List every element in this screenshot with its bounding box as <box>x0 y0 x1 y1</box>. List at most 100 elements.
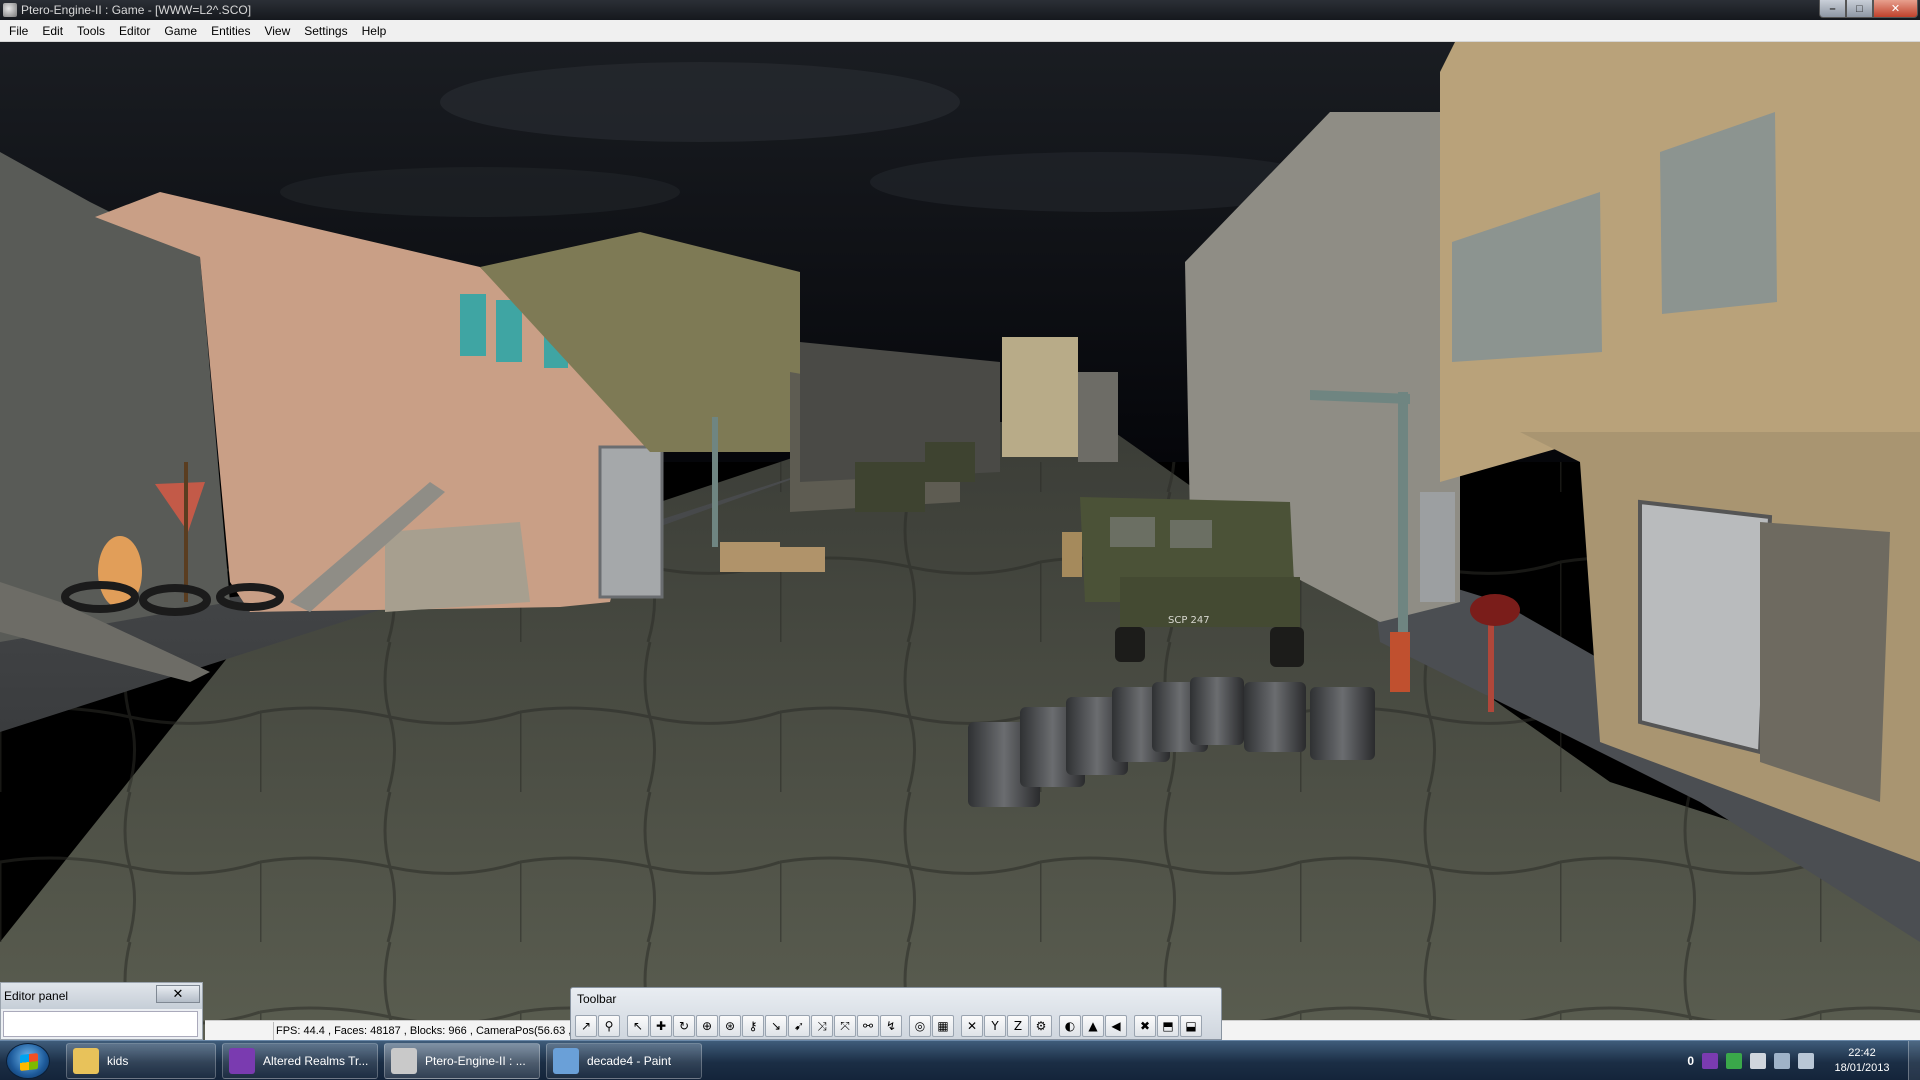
tool-gear-icon[interactable]: ⊛ <box>719 1015 741 1037</box>
tool-grid-icon[interactable]: ▦ <box>932 1015 954 1037</box>
maximize-button[interactable]: □ <box>1846 0 1873 18</box>
tool-snap-icon[interactable]: ↯ <box>880 1015 902 1037</box>
system-tray: 0 22:42 18/01/2013 <box>1687 1041 1920 1080</box>
axis-y-icon[interactable]: Y <box>984 1015 1006 1037</box>
title-bar: Ptero-Engine-II : Game - [WWW=L2^.SCO] –… <box>0 0 1920 20</box>
show-desktop-button[interactable] <box>1908 1041 1920 1080</box>
taskbar: kids Altered Realms Tr... Ptero-Engine-I… <box>0 1040 1920 1080</box>
tool-link-icon[interactable]: ➹ <box>788 1015 810 1037</box>
close-button[interactable]: ✕ <box>1873 0 1918 18</box>
game-viewport[interactable]: SCP 247 <box>0 42 1920 1040</box>
concrete-slabs <box>385 522 530 612</box>
street-lamp-base <box>1390 632 1410 692</box>
menu-entities[interactable]: Entities <box>204 20 257 42</box>
axis-x-icon[interactable]: ✕ <box>961 1015 983 1037</box>
display-icon[interactable] <box>1774 1053 1790 1069</box>
menu-bar: File Edit Tools Editor Game Entities Vie… <box>0 20 1920 42</box>
status-text: FPS: 44.4 , Faces: 48187 , Blocks: 966 ,… <box>273 1021 571 1040</box>
menu-settings[interactable]: Settings <box>297 20 354 42</box>
tool-unlink-icon[interactable]: ⤧ <box>834 1015 856 1037</box>
crates <box>720 542 780 572</box>
tool-up-icon[interactable]: ▲ <box>1082 1015 1104 1037</box>
taskbar-item-paint[interactable]: decade4 - Paint <box>546 1043 702 1079</box>
tool-key-icon[interactable]: ⚷ <box>742 1015 764 1037</box>
menu-file[interactable]: File <box>2 20 35 42</box>
storefront-grate <box>1638 499 1773 755</box>
building-center-2 <box>1078 372 1118 462</box>
tool-layer-icon[interactable]: ⬒ <box>1157 1015 1179 1037</box>
floating-toolbar: Toolbar ↗ ⚲ ↖ ✚ ↻ ⊕ ⊛ ⚷ ↘ ➹ ⤨ ⤧ ⚯ ↯ ◎ ▦ … <box>570 987 1222 1040</box>
tool-rotate-icon[interactable]: ↻ <box>673 1015 695 1037</box>
menu-help[interactable]: Help <box>355 20 394 42</box>
distant-truck <box>925 442 975 482</box>
tray-badge: 0 <box>1687 1054 1694 1068</box>
toolbar-title: Toolbar <box>577 992 617 1006</box>
storefront-opening <box>1760 522 1890 802</box>
tool-center-icon[interactable]: ◎ <box>909 1015 931 1037</box>
clock[interactable]: 22:42 18/01/2013 <box>1822 1046 1902 1076</box>
taskbar-item-altered-realms[interactable]: Altered Realms Tr... <box>222 1043 378 1079</box>
delete-icon[interactable]: ✖ <box>1134 1015 1156 1037</box>
taskbar-item-label: Altered Realms Tr... <box>263 1054 369 1068</box>
taskbar-item-label: Ptero-Engine-II : ... <box>425 1054 526 1068</box>
app-icon <box>3 3 17 17</box>
ptero-engine-icon <box>391 1048 417 1074</box>
window-controls: – □ ✕ <box>1819 0 1918 18</box>
flag-pole <box>184 462 188 602</box>
building-center <box>1002 337 1078 457</box>
tool-back-icon[interactable]: ◀ <box>1105 1015 1127 1037</box>
tool-arrow-icon[interactable]: ↘ <box>765 1015 787 1037</box>
folder-icon <box>73 1048 99 1074</box>
window-teal <box>496 300 522 362</box>
volume-icon[interactable] <box>1798 1053 1814 1069</box>
menu-tools[interactable]: Tools <box>70 20 112 42</box>
crates <box>780 547 825 572</box>
clock-date: 18/01/2013 <box>1834 1062 1890 1074</box>
menu-editor[interactable]: Editor <box>112 20 157 42</box>
editor-panel: Editor panel ✕ <box>0 982 203 1040</box>
taskbar-item-label: kids <box>107 1054 129 1068</box>
flag-icon[interactable] <box>1750 1053 1766 1069</box>
tool-target-icon[interactable]: ⊕ <box>696 1015 718 1037</box>
window-title: Ptero-Engine-II : Game - [WWW=L2^.SCO] <box>21 3 252 17</box>
street-lamp-pole <box>1398 392 1408 642</box>
menu-game[interactable]: Game <box>157 20 204 42</box>
street-lamp-pole <box>712 417 718 547</box>
crates <box>1062 532 1082 577</box>
tool-select-icon[interactable]: ↗ <box>575 1015 597 1037</box>
editor-panel-body <box>3 1011 198 1037</box>
cloud <box>280 167 680 217</box>
tool-chain-icon[interactable]: ⤨ <box>811 1015 833 1037</box>
garage-door <box>598 445 664 599</box>
minimize-button[interactable]: – <box>1819 0 1846 18</box>
menu-view[interactable]: View <box>257 20 297 42</box>
stop-sign <box>1470 594 1520 626</box>
windows-logo-icon <box>20 1053 38 1071</box>
tool-pin-icon[interactable]: ⚲ <box>598 1015 620 1037</box>
tool-group-icon[interactable]: ⚯ <box>857 1015 879 1037</box>
start-button[interactable] <box>6 1043 50 1079</box>
tool-pointer-icon[interactable]: ↖ <box>627 1015 649 1037</box>
altered-realms-tray-icon[interactable] <box>1702 1053 1718 1069</box>
distant-truck <box>855 462 925 512</box>
window-teal <box>460 294 486 356</box>
clock-time: 22:42 <box>1848 1047 1876 1059</box>
svg-text:SCP 247: SCP 247 <box>1168 615 1210 626</box>
toolbar-buttons: ↗ ⚲ ↖ ✚ ↻ ⊕ ⊛ ⚷ ↘ ➹ ⤨ ⤧ ⚯ ↯ ◎ ▦ ✕ Y Z ⚙ … <box>575 1015 1203 1037</box>
taskbar-item-kids[interactable]: kids <box>66 1043 216 1079</box>
cloud <box>440 62 960 142</box>
network-icon[interactable] <box>1726 1053 1742 1069</box>
tool-paint-icon[interactable]: ◐ <box>1059 1015 1081 1037</box>
axis-z-icon[interactable]: Z <box>1007 1015 1029 1037</box>
tool-layer-alt-icon[interactable]: ⬓ <box>1180 1015 1202 1037</box>
altered-realms-icon <box>229 1048 255 1074</box>
sign-pole <box>1488 612 1494 712</box>
settings-icon[interactable]: ⚙ <box>1030 1015 1052 1037</box>
paint-icon <box>553 1048 579 1074</box>
editor-panel-close-button[interactable]: ✕ <box>156 985 200 1003</box>
tool-move-icon[interactable]: ✚ <box>650 1015 672 1037</box>
taskbar-item-label: decade4 - Paint <box>587 1054 672 1068</box>
garage-door-right <box>1420 492 1455 602</box>
menu-edit[interactable]: Edit <box>35 20 70 42</box>
taskbar-item-ptero-engine[interactable]: Ptero-Engine-II : ... <box>384 1043 540 1079</box>
